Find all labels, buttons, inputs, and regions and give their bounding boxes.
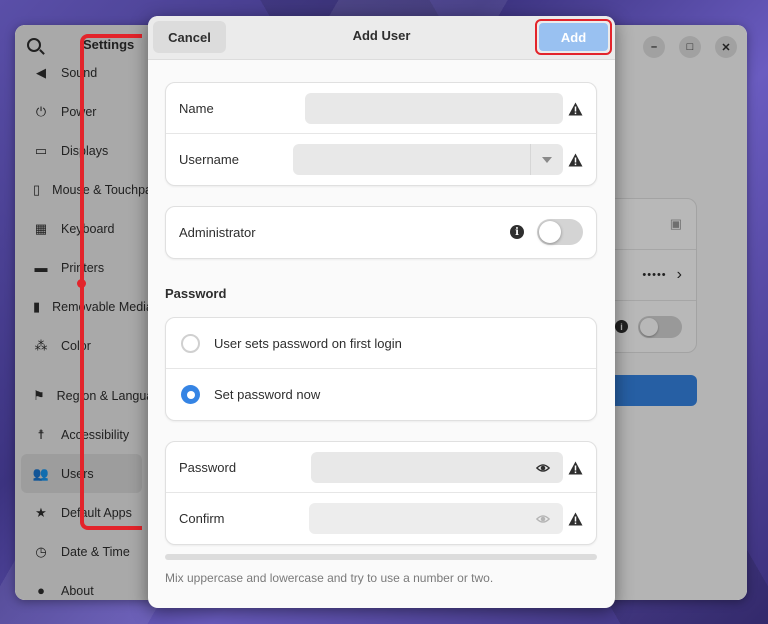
eye-icon[interactable]	[535, 460, 551, 476]
password-input[interactable]	[311, 452, 521, 483]
password-label: Password	[179, 459, 237, 475]
password-strength-bar	[165, 554, 597, 560]
password-mode-card: User sets password on first login Set pa…	[165, 317, 597, 421]
administrator-row: Administrator i	[166, 207, 596, 258]
warning-icon	[568, 460, 583, 475]
chevron-down-icon[interactable]	[530, 144, 563, 175]
password-option-first-login[interactable]: User sets password on first login	[166, 318, 596, 369]
eye-icon[interactable]	[535, 511, 551, 527]
name-label: Name	[179, 100, 214, 116]
dialog-header: Cancel Add User Add	[148, 16, 615, 60]
warning-icon	[568, 511, 583, 526]
administrator-toggle[interactable]	[537, 219, 583, 245]
password-hint: Mix uppercase and lowercase and try to u…	[165, 571, 494, 585]
username-row: Username	[166, 134, 596, 185]
warning-icon	[568, 152, 583, 167]
annotation-bracket	[80, 34, 142, 530]
annotation-dot	[77, 279, 86, 288]
password-option-label: User sets password on first login	[214, 335, 402, 351]
info-circle-icon[interactable]: i	[510, 225, 524, 239]
password-option-set-now[interactable]: Set password now	[166, 369, 596, 420]
password-entry-card: Password Confirm	[165, 441, 597, 545]
administrator-card: Administrator i	[165, 206, 597, 259]
name-input[interactable]	[305, 93, 563, 124]
confirm-field[interactable]	[309, 503, 563, 534]
username-label: Username	[179, 152, 239, 167]
name-row: Name	[166, 83, 596, 134]
username-combo[interactable]	[293, 144, 563, 175]
radio-first-login[interactable]	[181, 333, 200, 353]
password-row: Password	[166, 442, 596, 493]
administrator-label: Administrator	[179, 225, 256, 240]
confirm-label: Confirm	[179, 511, 225, 526]
confirm-input[interactable]	[309, 503, 519, 534]
password-option-label: Set password now	[214, 387, 321, 402]
add-button-highlight: Add	[535, 19, 612, 55]
radio-set-now[interactable]	[181, 385, 200, 404]
username-input[interactable]	[293, 144, 563, 175]
confirm-row: Confirm	[166, 493, 596, 544]
add-user-dialog: Cancel Add User Add Name Username Admini…	[148, 16, 615, 608]
password-section-heading: Password	[165, 286, 227, 301]
password-field[interactable]	[311, 452, 563, 483]
warning-icon	[568, 101, 583, 116]
identity-card: Name Username	[165, 82, 597, 186]
add-button[interactable]: Add	[539, 23, 608, 51]
